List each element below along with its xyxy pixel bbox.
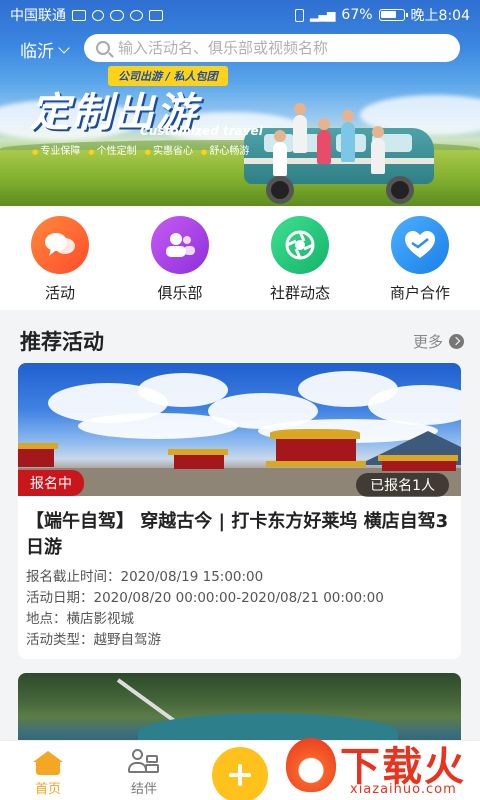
category-merchant[interactable]: 商户合作 (370, 216, 470, 303)
banner-tag: 实惠省心 (145, 142, 193, 157)
person (273, 142, 287, 176)
nav-buddy-label: 结伴 (130, 782, 157, 797)
watermark-logo: 下载火 xiazaihuo.com (284, 734, 480, 800)
category-community[interactable]: 社群动态 (250, 216, 350, 303)
category-club[interactable]: 俱乐部 (130, 216, 230, 303)
activity-type: 活动类型：越野自驾游 (26, 632, 161, 648)
person (371, 138, 385, 174)
mail-icon (72, 9, 86, 21)
signal-icon: ▂▄▆ (310, 8, 336, 22)
watermark-url: xiazaihuo.com (350, 782, 457, 797)
more-label: 更多 (412, 332, 443, 351)
group-icon (151, 216, 209, 274)
carrier-label: 中国联通 (10, 8, 66, 24)
signed-count-badge: 已报名1人 (356, 473, 449, 497)
person-head (318, 118, 330, 130)
activity-location: 地点：横店影视城 (26, 611, 134, 627)
activity-card[interactable]: 报名中 已报名1人 【端午自驾】 穿越古今 | 打卡东方好莱坞 横店自驾3日游 … (18, 363, 461, 659)
nav-home-label: 首页 (34, 782, 61, 797)
buddy-icon (128, 749, 160, 775)
category-label: 活动 (44, 284, 75, 302)
aperture-icon (271, 216, 329, 274)
chevron-down-icon (58, 41, 70, 54)
activity-title: 【端午自驾】 穿越古今 | 打卡东方好莱坞 横店自驾3日游 (26, 511, 449, 558)
wheel (386, 176, 414, 204)
wheel (266, 176, 294, 204)
banner-tags: 专业保障 个性定制 实惠省心 舒心畅游 (32, 142, 249, 157)
person-head (294, 103, 306, 115)
chevron-right-icon (449, 333, 464, 349)
search-input[interactable] (118, 39, 438, 57)
app-icon (130, 9, 143, 21)
city-label: 临沂 (20, 42, 54, 62)
activity-deadline: 报名截止时间：2020/08/19 15:00:00 (26, 569, 264, 585)
chat-bubbles-icon (31, 216, 89, 274)
nav-home[interactable]: 首页 (8, 747, 88, 797)
person (293, 115, 307, 153)
heart-handshake-icon (391, 216, 449, 274)
nav-buddy[interactable]: 结伴 (104, 747, 184, 797)
banner-tag: 专业保障 (32, 142, 80, 157)
add-button[interactable] (212, 747, 268, 800)
category-label: 商户合作 (389, 284, 450, 302)
person (317, 130, 331, 164)
status-badge: 报名中 (18, 470, 84, 496)
flame-icon (286, 738, 336, 792)
search-bar[interactable] (84, 34, 460, 62)
category-grid: 活动 俱乐部 社群动态 商户合作 (0, 206, 480, 310)
app-icon (149, 9, 163, 21)
recommend-header: 推荐活动 更多 (20, 326, 464, 356)
vibrate-icon (295, 8, 305, 22)
message-icon (110, 9, 124, 21)
person-head (342, 110, 354, 122)
more-link[interactable]: 更多 (413, 331, 464, 352)
category-label: 俱乐部 (157, 284, 203, 302)
status-bar: 中国联通 ▂▄▆ 67% 晚上8:04 (0, 0, 480, 30)
person-head (274, 130, 286, 142)
home-icon (33, 751, 63, 775)
battery-icon (378, 9, 408, 21)
activity-dates: 活动日期：2020/08/20 00:00:00-2020/08/21 00:0… (26, 590, 384, 606)
person (341, 122, 355, 162)
category-label: 社群动态 (269, 284, 330, 302)
banner-subtitle: Customized travel (140, 124, 263, 138)
clock: 晚上8:04 (410, 8, 470, 24)
battery-percent: 67% (341, 7, 373, 23)
category-activity[interactable]: 活动 (10, 216, 110, 303)
section-title: 推荐活动 (20, 330, 104, 354)
search-icon (96, 41, 110, 55)
banner-tag: 个性定制 (88, 142, 137, 157)
hero-banner[interactable]: 公司出游 / 私人包团 定制出游 Customized travel 专业保障 … (0, 0, 480, 206)
notification-icon (92, 9, 104, 21)
banner-tag: 舒心畅游 (201, 142, 249, 157)
city-selector[interactable]: 临沂 (20, 37, 70, 62)
person-head (372, 126, 384, 138)
